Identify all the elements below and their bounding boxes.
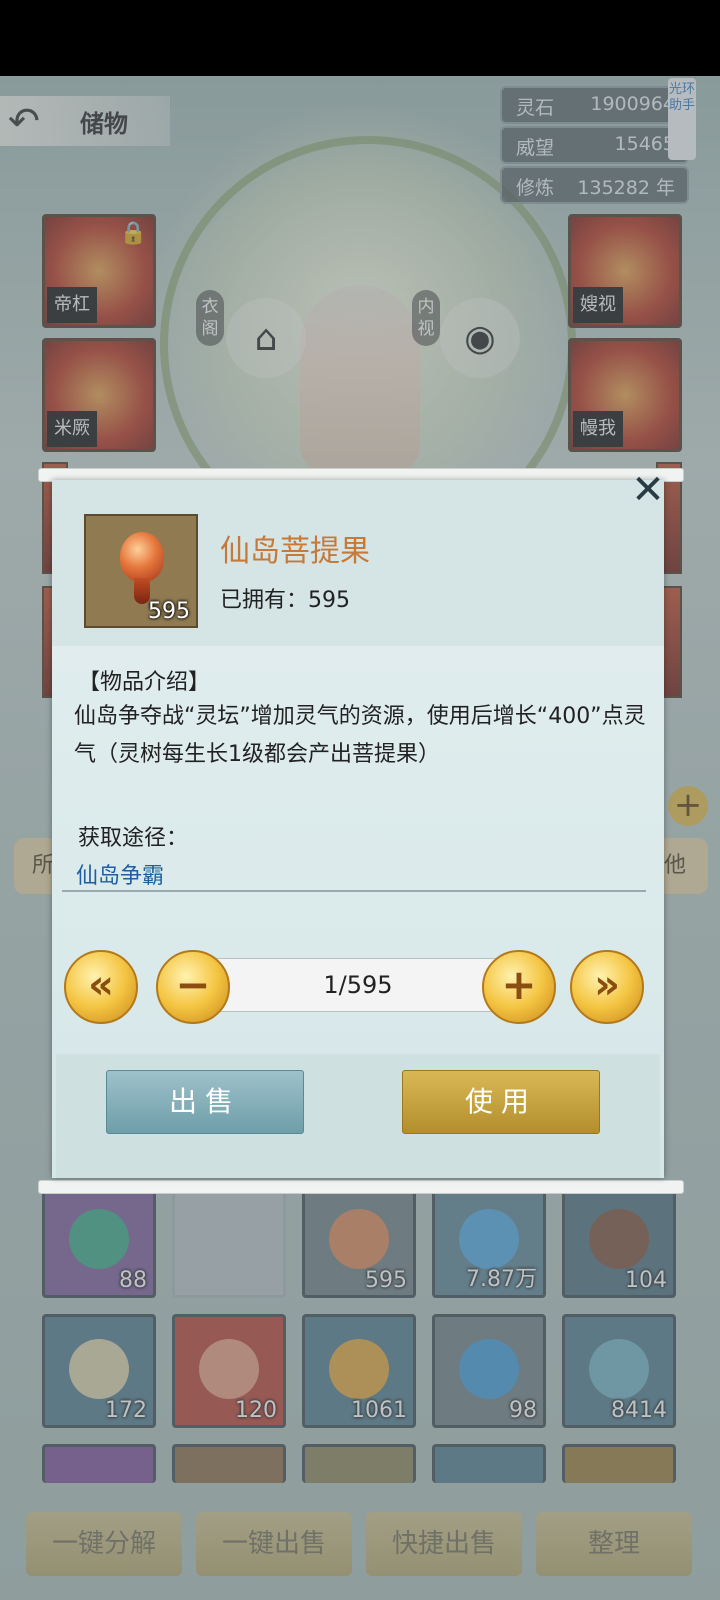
item-icon: 595 — [84, 514, 198, 628]
source-label: 获取途径： — [78, 826, 189, 851]
close-icon[interactable]: ✕ — [630, 470, 666, 510]
double-chevron-left-icon: « — [88, 962, 114, 1008]
min-quantity-button[interactable]: « — [64, 950, 138, 1024]
item-detail-modal: 595 仙岛菩提果 已拥有：595 【物品介绍】 仙岛争夺战“灵坛”增加灵气的资… — [52, 480, 664, 1178]
modal-bottom-rail — [38, 1180, 684, 1194]
owned-count: 已拥有：595 — [220, 588, 350, 613]
quantity-field[interactable]: 1/595 — [202, 958, 514, 1012]
plus-icon: + — [501, 960, 537, 1009]
item-name: 仙岛菩提果 — [220, 534, 370, 569]
increase-button[interactable]: + — [482, 950, 556, 1024]
sell-button[interactable]: 出售 — [106, 1070, 304, 1134]
status-bar — [0, 0, 720, 76]
source-link[interactable]: 仙岛争霸 — [76, 858, 164, 890]
decrease-button[interactable]: − — [156, 950, 230, 1024]
bodhi-fruit-icon — [120, 532, 164, 582]
use-button[interactable]: 使用 — [402, 1070, 600, 1134]
max-quantity-button[interactable]: » — [570, 950, 644, 1024]
double-chevron-right-icon: » — [594, 962, 620, 1008]
description-body: 仙岛争夺战“灵坛”增加灵气的资源，使用后增长“400”点灵气（灵树每生长1级都会… — [74, 704, 646, 767]
description-heading: 【物品介绍】 — [78, 670, 211, 695]
minus-icon: − — [175, 960, 211, 1009]
divider — [62, 890, 646, 892]
